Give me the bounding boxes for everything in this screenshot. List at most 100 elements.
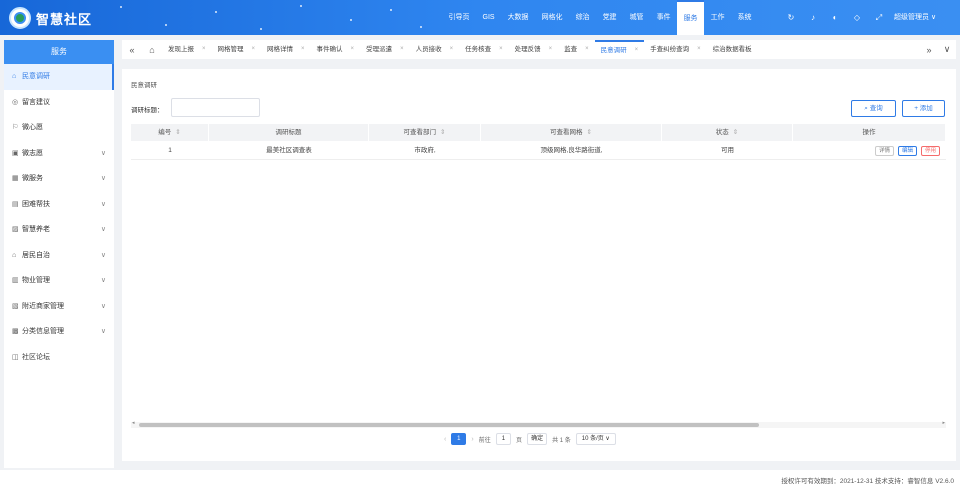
tab-label: 网格管理 xyxy=(217,46,244,53)
brand-title: 智慧社区 xyxy=(36,12,93,27)
add-button[interactable]: + 添加 xyxy=(902,100,945,117)
close-icon[interactable]: × xyxy=(301,40,305,59)
fullscreen-icon[interactable]: ⤢ xyxy=(868,13,890,23)
prev-page-icon[interactable]: ‹ xyxy=(444,436,446,443)
table-row: 1 最美社区调查表 市政府, 顶级网格,良华路街道, 可用 详情 编辑 停用 xyxy=(131,142,946,160)
main-panel: 民意调研 调研标题： ⌕ 查询 + 添加 编号 ⇕ 调研标题 可查看部门 ⇕ 可查看… xyxy=(122,69,956,461)
column-header-actions: 操作 xyxy=(793,124,946,141)
column-header-dept[interactable]: 可查看部门 ⇕ xyxy=(369,124,481,141)
close-icon[interactable]: × xyxy=(549,40,553,59)
disable-button[interactable]: 停用 xyxy=(920,146,940,156)
sidebar-item-volunteer[interactable]: ▣ 微志愿 ∨ xyxy=(4,141,114,167)
tab-grid-management[interactable]: 网格管理 × xyxy=(212,40,262,59)
tab-feedback[interactable]: 处理反馈 × xyxy=(509,40,559,59)
close-icon[interactable]: × xyxy=(499,40,503,59)
goto-page-input[interactable]: 1 xyxy=(495,433,512,445)
tab-dispute-query[interactable]: 手查纠纷查询 × xyxy=(644,40,707,59)
app-logo[interactable] xyxy=(9,7,31,29)
sidebar-item-microservice[interactable]: ▦ 微服务 ∨ xyxy=(4,166,114,192)
tab-receive[interactable]: 人员接收 × xyxy=(410,40,460,59)
tab-dashboard[interactable]: 综治数据看板 xyxy=(707,40,758,59)
refresh-icon[interactable]: ↻ xyxy=(780,13,802,22)
sparkle-decoration xyxy=(165,24,167,26)
sidebar-item-classifieds[interactable]: ▩ 分类信息管理 ∨ xyxy=(4,319,114,345)
scroll-left-icon[interactable]: ◂ xyxy=(132,420,135,426)
close-icon[interactable]: × xyxy=(400,40,404,59)
sidebar-item-label: 附近商家管理 xyxy=(22,302,64,310)
user-menu[interactable]: 超级管理员 ∨ xyxy=(894,12,936,22)
column-header-id[interactable]: 编号 ⇕ xyxy=(131,124,209,141)
detail-button[interactable]: 详情 xyxy=(874,146,894,156)
close-icon[interactable]: × xyxy=(635,42,639,59)
tab-label: 发现上报 xyxy=(168,46,194,53)
topnav-service[interactable]: 服务 xyxy=(677,0,705,35)
double-chevron-left-icon[interactable]: « xyxy=(122,45,142,55)
survey-title-input[interactable] xyxy=(171,98,260,117)
column-header-label: 编号 xyxy=(158,129,172,136)
sidebar: 服务 ⌂ 民意调研 ◎ 留言建议 ⚐ 微心愿 ▣ 微志愿 ∨ ▦ 微服务 ∨ ▤… xyxy=(4,40,114,468)
close-icon[interactable]: × xyxy=(202,40,206,59)
calendar-icon: ▣ xyxy=(12,149,19,157)
tab-survey[interactable]: 民意调研 × xyxy=(594,40,645,59)
sidebar-item-suggestions[interactable]: ◎ 留言建议 xyxy=(4,90,114,116)
sidebar-item-label: 微心愿 xyxy=(22,124,43,131)
tab-label: 网格详情 xyxy=(267,46,294,53)
topnav-gis[interactable]: GIS xyxy=(476,0,501,35)
tab-event-confirm[interactable]: 事件确认 × xyxy=(311,40,361,59)
column-header-status[interactable]: 状态 ⇕ xyxy=(662,124,793,141)
horizontal-scrollbar[interactable]: ◂ ▸ xyxy=(131,420,946,428)
scroll-right-icon[interactable]: ▸ xyxy=(942,420,945,426)
sort-icon: ⇕ xyxy=(732,129,739,136)
topnav-events[interactable]: 事件 xyxy=(650,0,677,35)
close-icon[interactable]: × xyxy=(585,40,589,59)
edit-button[interactable]: 编辑 xyxy=(897,146,917,156)
sidebar-item-assistance[interactable]: ▤ 困难帮扶 ∨ xyxy=(4,192,114,218)
sidebar-item-survey[interactable]: ⌂ 民意调研 xyxy=(4,64,114,90)
tab-report[interactable]: 发现上报 × xyxy=(162,40,212,59)
tag-icon[interactable]: ◇ xyxy=(846,13,868,22)
tab-label: 受理派遣 xyxy=(366,46,393,53)
scrollbar-thumb[interactable] xyxy=(139,423,759,427)
sidebar-item-wishes[interactable]: ⚐ 微心愿 xyxy=(4,115,114,141)
page-size-select[interactable]: 10 条/页 ∨ xyxy=(575,433,616,445)
column-header-title: 调研标题 xyxy=(209,124,369,141)
tab-grid-detail[interactable]: 网格详情 × xyxy=(261,40,311,59)
tab-inspect[interactable]: 监查 × xyxy=(558,40,595,59)
flag-icon: ⚐ xyxy=(12,124,19,131)
sidebar-item-label: 微志愿 xyxy=(22,149,43,157)
goto-confirm-button[interactable]: 确定 xyxy=(527,433,548,445)
chevron-down-icon: ∨ xyxy=(100,200,106,208)
tab-verify[interactable]: 任务核查 × xyxy=(459,40,509,59)
close-icon[interactable]: × xyxy=(252,40,256,59)
topnav-urban[interactable]: 城管 xyxy=(623,0,650,35)
close-icon[interactable]: × xyxy=(697,40,701,59)
topnav-bigdata[interactable]: 大数据 xyxy=(501,0,535,35)
bell-icon[interactable]: ♪ xyxy=(802,13,824,22)
query-button[interactable]: ⌕ 查询 xyxy=(851,100,896,117)
chevron-down-icon[interactable]: ∨ xyxy=(938,44,956,55)
close-icon[interactable]: × xyxy=(351,40,355,59)
topnav-party[interactable]: 党建 xyxy=(596,0,623,35)
close-icon[interactable]: × xyxy=(450,40,454,59)
page-number[interactable]: 1 xyxy=(451,433,467,445)
tab-dispatch[interactable]: 受理派遣 × xyxy=(360,40,410,59)
home-icon: ⌂ xyxy=(12,73,17,80)
sidebar-item-self-governance[interactable]: ⌂ 居民自治 ∨ xyxy=(4,243,114,269)
sidebar-item-property[interactable]: ▥ 物业管理 ∨ xyxy=(4,268,114,294)
double-chevron-right-icon[interactable]: » xyxy=(920,45,938,55)
home-tab-icon[interactable]: ⌂ xyxy=(142,45,162,55)
palette-icon[interactable]: ◐ xyxy=(824,13,846,22)
topnav-system[interactable]: 系统 xyxy=(731,0,758,35)
help-icon: ▤ xyxy=(12,200,19,208)
sidebar-item-merchants[interactable]: ▧ 附近商家管理 ∨ xyxy=(4,294,114,320)
topnav-guide[interactable]: 引导页 xyxy=(442,0,476,35)
column-header-grid[interactable]: 可查看网格 ⇕ xyxy=(481,124,662,141)
topnav-governance[interactable]: 综治 xyxy=(569,0,596,35)
forum-icon: ◫ xyxy=(12,353,19,361)
next-page-icon[interactable]: › xyxy=(471,436,473,443)
topnav-work[interactable]: 工作 xyxy=(704,0,731,35)
topnav-grid[interactable]: 网格化 xyxy=(535,0,569,35)
sparkle-decoration xyxy=(215,11,217,13)
sidebar-item-elderly-care[interactable]: ▨ 智慧养老 ∨ xyxy=(4,217,114,243)
sidebar-item-forum[interactable]: ◫ 社区论坛 xyxy=(4,345,114,371)
